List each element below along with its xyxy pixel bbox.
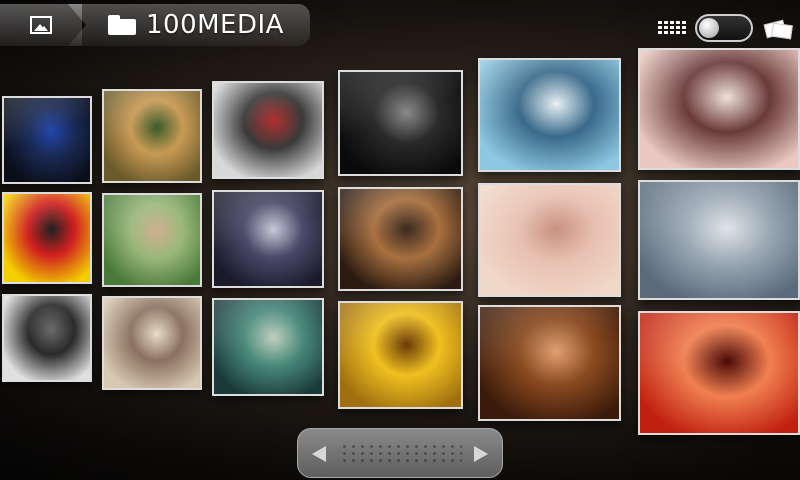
photo-thumbnail[interactable] [102,193,202,287]
photo-thumbnail[interactable] [102,296,202,390]
photo-thumbnail[interactable] [212,190,324,288]
album-title: 100MEDIA [146,10,284,40]
gallery-icon [30,16,52,34]
breadcrumb-folder-button[interactable]: 100MEDIA [68,4,310,46]
photo-thumbnail[interactable] [638,311,800,435]
photo-thumbnail[interactable] [212,298,324,396]
photo-thumbnail[interactable] [212,81,324,179]
page-scroller[interactable] [297,428,503,478]
photo-thumbnail[interactable] [338,70,463,176]
breadcrumb-home-button[interactable] [0,4,82,46]
folder-icon [108,15,136,35]
photo-thumbnail[interactable] [478,305,621,421]
breadcrumb: 100MEDIA [0,4,310,46]
photo-thumbnail[interactable] [338,301,463,409]
toggle-knob [699,18,719,38]
photo-thumbnail[interactable] [638,180,800,300]
arrow-right-icon[interactable] [474,446,488,462]
arrow-left-icon[interactable] [312,446,326,462]
photo-thumbnail[interactable] [338,187,463,291]
view-mode-toggle[interactable] [695,14,753,42]
photo-thumbnail[interactable] [478,58,621,172]
photo-thumbnail[interactable] [2,294,92,382]
photo-thumbnail[interactable] [102,89,202,183]
photo-thumbnail[interactable] [638,48,800,170]
photo-thumbnail[interactable] [2,192,92,284]
photo-thumbnail[interactable] [2,96,92,184]
scroller-grip [340,443,462,465]
grid-view-icon[interactable] [658,21,686,35]
photo-thumbnail[interactable] [478,183,621,297]
stack-view-icon[interactable] [763,18,793,40]
